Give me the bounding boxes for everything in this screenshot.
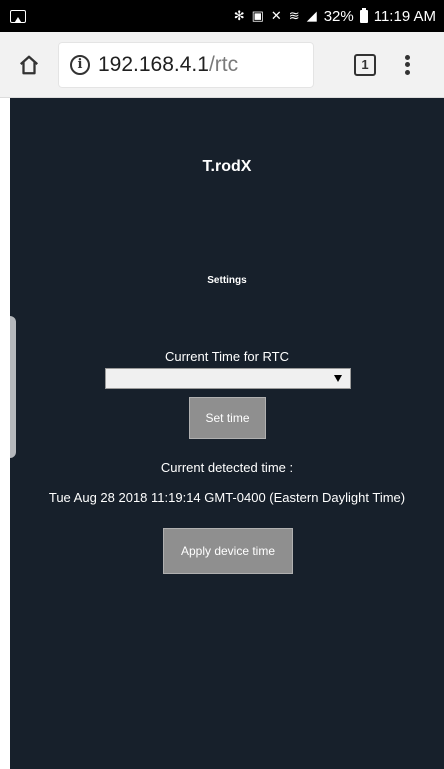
- url-host: 192.168.4.1: [98, 52, 209, 76]
- set-time-button[interactable]: Set time: [189, 397, 266, 439]
- bluetooth-icon: ✻: [233, 8, 246, 23]
- signal-icon: ◢: [306, 8, 318, 23]
- side-panel-handle[interactable]: [10, 316, 16, 458]
- apply-device-time-button[interactable]: Apply device time: [163, 528, 293, 574]
- app-title: T.rodX: [202, 158, 252, 175]
- rtc-label: Current Time for RTC: [164, 349, 289, 364]
- section-title: Settings: [207, 275, 247, 286]
- url-path: /rtc: [208, 52, 239, 76]
- url-bar[interactable]: i 192.168.4.1/rtc: [58, 41, 314, 88]
- mute-icon: ✕: [270, 8, 283, 23]
- page-content: T.rodX Settings Current Time for RTC Set…: [10, 98, 444, 769]
- home-button[interactable]: [0, 32, 58, 98]
- caret-down-icon: [334, 375, 342, 382]
- clock: 11:19 AM: [373, 7, 436, 25]
- tab-count: 1: [361, 57, 369, 72]
- detected-time-label: Current detected time :: [160, 460, 294, 475]
- wifi-icon: ≋: [288, 8, 301, 23]
- rtc-time-select[interactable]: [105, 368, 351, 389]
- detected-time-value: Tue Aug 28 2018 11:19:14 GMT-0400 (Easte…: [48, 490, 406, 505]
- gallery-icon: [10, 9, 26, 23]
- battery-icon: [359, 7, 368, 23]
- status-right: ✻ ▣ ✕ ≋ ◢ 32% 11:19 AM: [233, 7, 436, 25]
- menu-dot: [404, 69, 410, 75]
- nfc-icon: ▣: [251, 8, 265, 23]
- info-icon[interactable]: i: [70, 54, 90, 75]
- menu-button[interactable]: [402, 53, 412, 77]
- menu-dot: [404, 54, 410, 60]
- status-left: [10, 9, 26, 23]
- status-bar: ✻ ▣ ✕ ≋ ◢ 32% 11:19 AM: [0, 0, 444, 32]
- home-icon: [19, 55, 39, 74]
- menu-dot: [404, 62, 410, 67]
- browser-toolbar: i 192.168.4.1/rtc 1: [0, 32, 444, 98]
- tab-switcher-button[interactable]: 1: [354, 53, 376, 76]
- battery-percent: 32%: [323, 7, 354, 25]
